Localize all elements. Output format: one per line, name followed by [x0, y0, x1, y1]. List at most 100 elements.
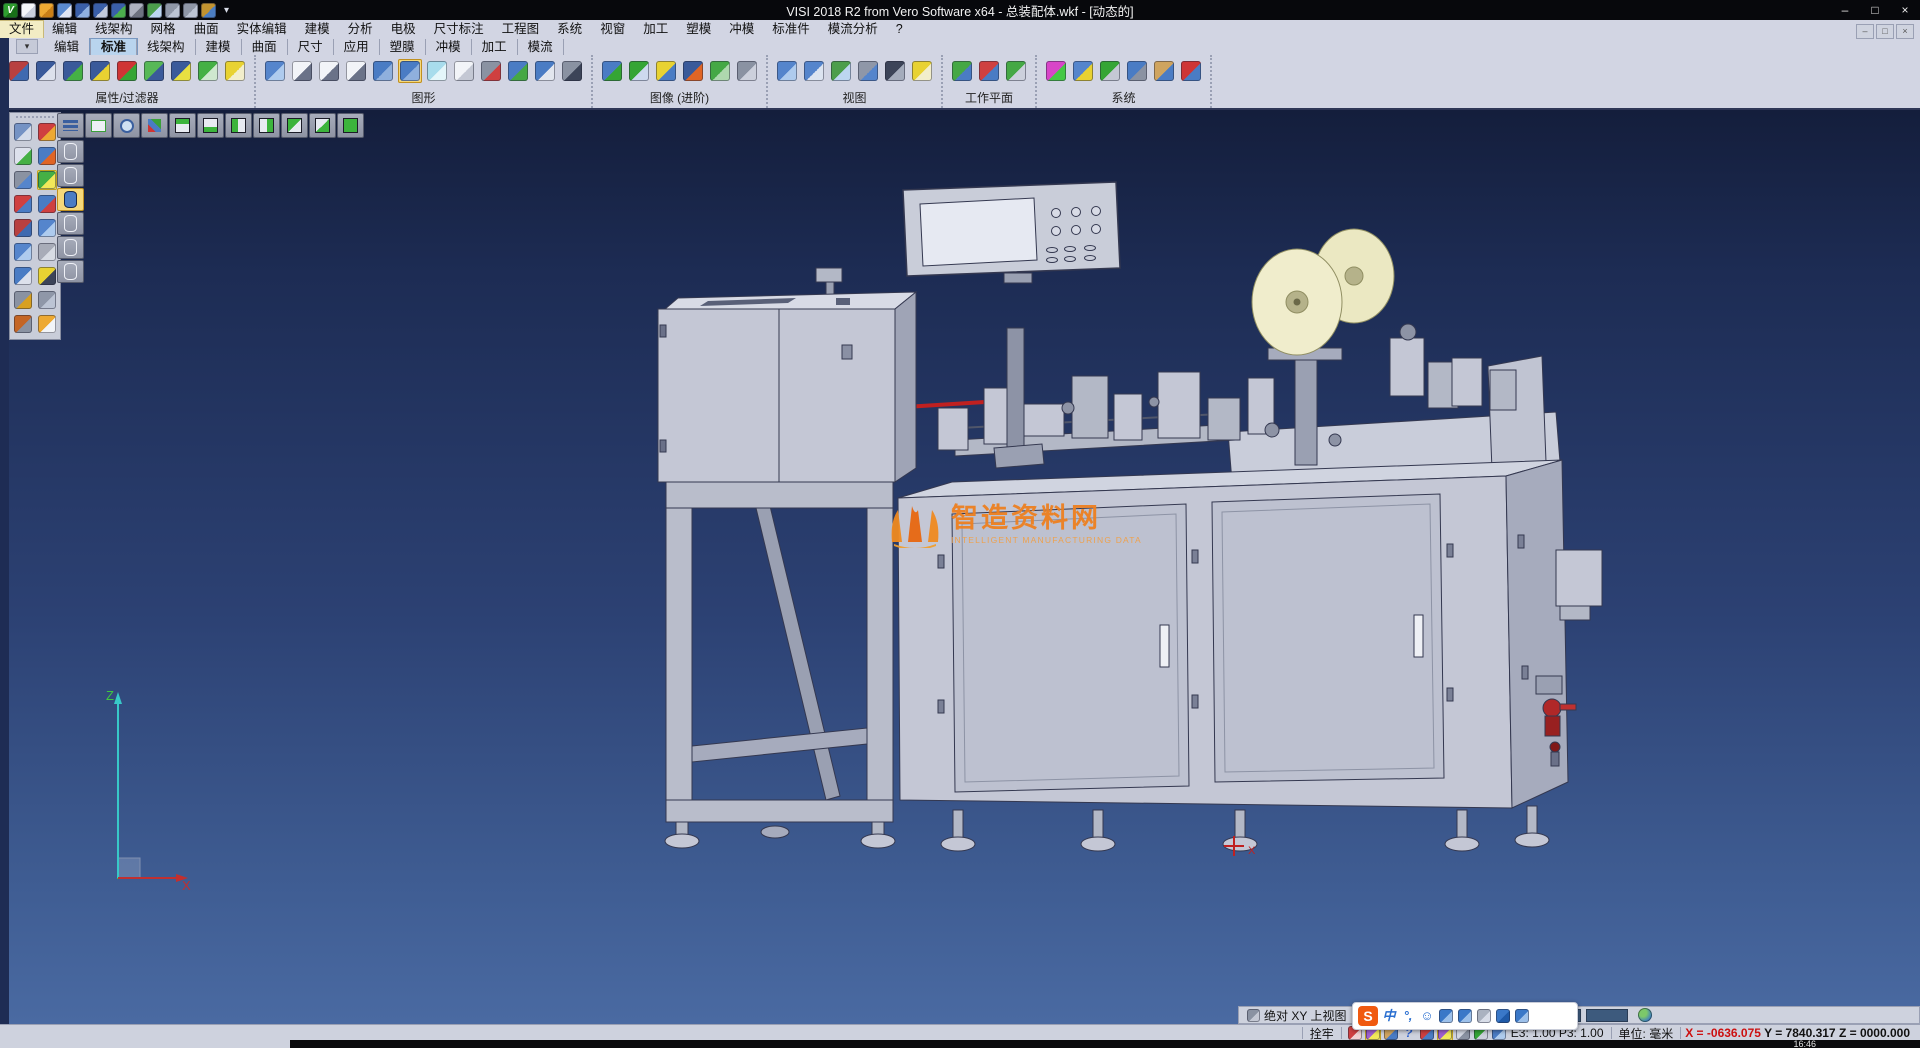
menu-dimensioning[interactable]: 尺寸标注 — [425, 21, 493, 38]
attribute-palette-icon[interactable] — [13, 218, 33, 238]
transparent-view-icon[interactable] — [425, 59, 449, 83]
tab-application[interactable]: 应用 — [334, 39, 380, 55]
history-icon[interactable] — [201, 3, 216, 18]
view-bottom-button[interactable] — [197, 113, 224, 138]
ime-user-icon[interactable] — [1477, 1009, 1491, 1023]
save-icon[interactable] — [75, 3, 90, 18]
sketch-edit-icon[interactable] — [37, 146, 57, 166]
menu-analysis[interactable]: 分析 — [339, 21, 382, 38]
zoom-fit-button[interactable] — [85, 113, 112, 138]
minimize-button[interactable]: – — [1830, 0, 1860, 20]
ime-skin-icon[interactable] — [1496, 1009, 1510, 1023]
ghost-view-icon[interactable] — [452, 59, 476, 83]
zoom-window-icon[interactable] — [829, 59, 853, 83]
selection-hand-icon[interactable] — [1152, 59, 1176, 83]
tab-machining[interactable]: 加工 — [472, 39, 518, 55]
tab-edit[interactable]: 编辑 — [44, 39, 90, 55]
zoom-dynamic-button[interactable] — [113, 113, 140, 138]
shade-mode-shaded-edges[interactable] — [57, 212, 84, 235]
pan-view-icon[interactable] — [802, 59, 826, 83]
tab-surface[interactable]: 曲面 — [242, 39, 288, 55]
save-as-icon[interactable] — [93, 3, 108, 18]
tab-plastic[interactable]: 塑膜 — [380, 39, 426, 55]
shade-mode-wireframe[interactable] — [57, 140, 84, 163]
insert-file-icon[interactable] — [57, 3, 72, 18]
print-preview-icon[interactable] — [147, 3, 162, 18]
rotate-view-icon[interactable] — [775, 59, 799, 83]
menu-plastic-mold[interactable]: 塑模 — [677, 21, 720, 38]
ime-emoji[interactable]: ☺ — [1420, 1009, 1434, 1023]
sogou-logo-icon[interactable]: S — [1358, 1006, 1378, 1026]
previous-view-icon[interactable] — [856, 59, 880, 83]
menu-edit[interactable]: 编辑 — [43, 21, 86, 38]
tab-flow[interactable]: 模流 — [518, 39, 564, 55]
tab-standard[interactable]: 标准 — [90, 39, 137, 55]
context-help-icon[interactable] — [13, 266, 33, 286]
menu-window[interactable]: 视窗 — [591, 21, 634, 38]
lock-toggle-button[interactable]: 拴牢 — [1307, 1025, 1337, 1042]
advanced-edit-icon[interactable] — [681, 59, 705, 83]
shaded-view-icon[interactable] — [371, 59, 395, 83]
dynamic-zoom-icon[interactable] — [13, 122, 33, 142]
paint-shading-icon[interactable] — [506, 59, 530, 83]
viewport-3d[interactable]: Z X X 智造资料网 INTELLIGENT MANUFACTURING DA… — [0, 110, 1920, 1024]
view-iso-button[interactable] — [337, 113, 364, 138]
solid-cube-icon[interactable] — [37, 242, 57, 262]
filter-traffic-light-icon[interactable] — [115, 59, 139, 83]
view-left-button[interactable] — [225, 113, 252, 138]
view-attributes-icon[interactable] — [34, 59, 58, 83]
doc-restore-button[interactable]: □ — [1876, 24, 1894, 39]
maximize-button[interactable]: □ — [1860, 0, 1890, 20]
view-menu-button[interactable] — [57, 113, 84, 138]
tab-dimension[interactable]: 尺寸 — [288, 39, 334, 55]
menu-drawing[interactable]: 工程图 — [493, 21, 549, 38]
globe-icon[interactable] — [1638, 1008, 1652, 1022]
shade-mode-ghost[interactable] — [57, 260, 84, 283]
menu-system[interactable]: 系统 — [548, 21, 591, 38]
save-all-icon[interactable] — [111, 3, 126, 18]
hide-all-icon[interactable] — [223, 59, 247, 83]
zoom-solid-icon[interactable] — [13, 170, 33, 190]
toggle-visibility-icon[interactable] — [169, 59, 193, 83]
undo-step-icon[interactable] — [37, 290, 57, 310]
units-label[interactable]: 单位: 毫米 — [1616, 1025, 1677, 1042]
view-right-button[interactable] — [253, 113, 280, 138]
menu-file[interactable]: 文件 — [0, 21, 43, 38]
menu-wireframe[interactable]: 线架构 — [86, 21, 142, 38]
advanced-layers-icon[interactable] — [708, 59, 732, 83]
regen-icon[interactable] — [13, 242, 33, 262]
print-icon[interactable] — [129, 3, 144, 18]
menu-progress-die[interactable]: 冲模 — [720, 21, 763, 38]
measure-icon[interactable] — [37, 266, 57, 286]
view-indicator-icon[interactable] — [1247, 1009, 1260, 1022]
delete-trash-icon[interactable] — [13, 290, 33, 310]
workplane-free-icon[interactable] — [1004, 59, 1028, 83]
advanced-highlight-icon[interactable] — [654, 59, 678, 83]
toolbar-dropdown-button[interactable]: ▾ — [16, 39, 38, 54]
hidden-line-view-icon[interactable] — [317, 59, 341, 83]
menu-solid-edit[interactable]: 实体编辑 — [228, 21, 296, 38]
tab-wireframe[interactable]: 线架构 — [137, 39, 196, 55]
advanced-visibility-icon[interactable] — [627, 59, 651, 83]
hide-entities-icon[interactable] — [88, 59, 112, 83]
redo-icon[interactable] — [183, 3, 198, 18]
workplane-xy-icon[interactable] — [950, 59, 974, 83]
shade-mode-shaded[interactable] — [57, 188, 84, 211]
shade-mode-hidden-line[interactable] — [57, 164, 84, 187]
panel-settings-icon[interactable] — [1125, 59, 1149, 83]
tab-die[interactable]: 冲模 — [426, 39, 472, 55]
light-settings-icon[interactable] — [910, 59, 934, 83]
close-button[interactable]: × — [1890, 0, 1920, 20]
workplane-align-icon[interactable] — [977, 59, 1001, 83]
open-folder-icon[interactable] — [39, 3, 54, 18]
attribute-brush-icon[interactable] — [7, 59, 31, 83]
menu-surface[interactable]: 曲面 — [185, 21, 228, 38]
menu-flow-analysis[interactable]: 模流分析 — [819, 21, 887, 38]
doc-minimize-button[interactable]: – — [1856, 24, 1874, 39]
ime-mic-icon[interactable] — [1439, 1009, 1453, 1023]
doc-close-button[interactable]: × — [1896, 24, 1914, 39]
spline-edit-icon[interactable] — [37, 194, 57, 214]
view-top-button[interactable] — [169, 113, 196, 138]
ime-keyboard-icon[interactable] — [1458, 1009, 1472, 1023]
layer-color-swatch-3[interactable] — [1586, 1009, 1628, 1022]
